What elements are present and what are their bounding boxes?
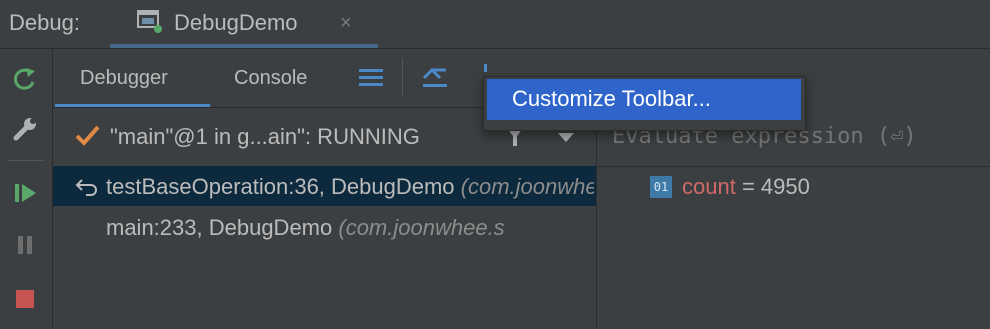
tab-console[interactable]: Console	[234, 67, 307, 90]
frame-method: testBaseOperation:36, DebugDemo	[106, 174, 455, 199]
thread-label: "main"@1 in g...ain": RUNNING	[110, 124, 420, 149]
pause-icon[interactable]	[8, 228, 42, 262]
wrench-icon[interactable]	[8, 112, 42, 146]
variable-equals: =	[735, 174, 761, 199]
layout-menu-icon[interactable]	[356, 63, 386, 93]
frame-row: testBaseOperation:36, DebugDemo (com.joo…	[106, 174, 594, 200]
run-tab-title: DebugDemo	[174, 10, 298, 35]
show-execution-point-icon[interactable]	[420, 62, 450, 92]
resume-icon[interactable]	[8, 176, 42, 210]
window-icon	[136, 9, 162, 33]
frame-row[interactable]: main:233, DebugDemo (com.joonwhee.s	[106, 215, 594, 241]
variable-row[interactable]: count = 4950	[682, 174, 810, 200]
tab-debugger-label: Debugger	[80, 67, 168, 89]
primitive-variable-icon: 01	[650, 176, 672, 198]
frame-package: (com.joonwhee.s	[338, 215, 505, 240]
customize-toolbar-label: Customize Toolbar...	[512, 86, 711, 111]
close-icon[interactable]: ×	[340, 12, 352, 35]
variable-name: count	[682, 174, 736, 199]
variable-value: 4950	[760, 174, 810, 199]
return-arrow-icon	[74, 174, 100, 198]
divider	[8, 160, 44, 161]
debug-label: Debug:	[9, 10, 80, 35]
divider	[402, 58, 403, 96]
frame-package: (com.joonwhee.s	[460, 174, 594, 199]
rerun-icon[interactable]	[8, 62, 42, 96]
stop-icon[interactable]	[8, 282, 42, 316]
frame-method: main:233, DebugDemo	[106, 215, 333, 240]
check-icon	[74, 122, 102, 150]
